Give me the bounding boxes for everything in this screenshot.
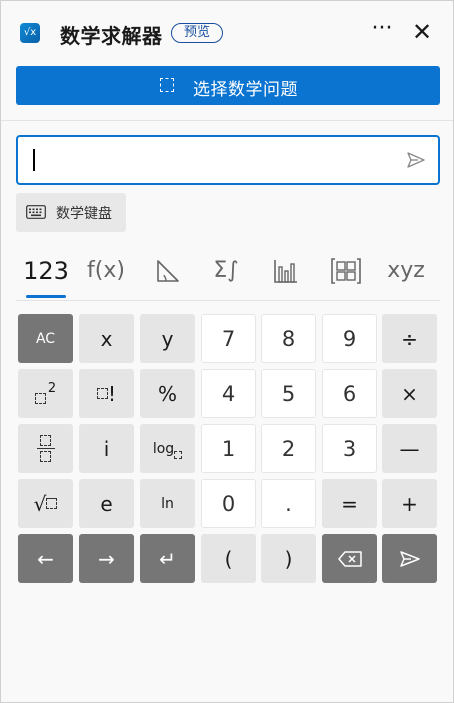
math-keypad: AC x y 7 8 9 ÷ 2 ! % 4 5 6 × i log 1 2 3… [18, 314, 438, 584]
exponent-label: 2 [47, 381, 57, 396]
key-factorial[interactable]: ! [79, 369, 134, 418]
log-base-box [174, 450, 183, 459]
tab-calculus[interactable]: Σ∫ [206, 251, 246, 297]
log-label: log [152, 440, 175, 457]
math-keyboard-button[interactable]: 数学键盘 [16, 193, 126, 232]
bar-chart-icon [273, 260, 297, 283]
preview-badge: 预览 [171, 23, 223, 43]
key-7[interactable]: 7 [201, 314, 256, 363]
key-5[interactable]: 5 [261, 369, 316, 418]
key-1[interactable]: 1 [201, 424, 256, 473]
key-minus[interactable]: — [382, 424, 437, 473]
text-caret [33, 149, 35, 171]
send-icon [399, 550, 420, 567]
tab-numbers-label: 123 [23, 257, 69, 285]
key-6[interactable]: 6 [322, 369, 377, 418]
matrix-icon [331, 258, 361, 284]
key-euler[interactable]: e [79, 479, 134, 528]
denominator-box [40, 451, 51, 462]
placeholder-box [34, 393, 46, 404]
key-divide[interactable]: ÷ [382, 314, 437, 363]
key-y[interactable]: y [140, 314, 195, 363]
factorial-label: ! [107, 381, 117, 406]
key-percent[interactable]: % [140, 369, 195, 418]
math-keyboard-label: 数学键盘 [56, 206, 112, 222]
keyboard-icon [26, 205, 46, 219]
key-log[interactable]: log [140, 424, 195, 473]
window: √x 数学求解器 预览 ··· ✕ 选择数学问题 数学键盘 123 f(x) Σ… [0, 0, 454, 703]
key-3[interactable]: 3 [322, 424, 377, 473]
key-submit[interactable] [382, 534, 437, 583]
app-logo-icon: √x [20, 23, 40, 43]
divider [1, 120, 453, 121]
key-multiply[interactable]: × [382, 369, 437, 418]
key-9[interactable]: 9 [322, 314, 377, 363]
close-button[interactable]: ✕ [407, 17, 437, 47]
fraction-bar [36, 448, 55, 449]
keypad-tabs: 123 f(x) Σ∫ xyz [16, 251, 440, 301]
key-x[interactable]: x [79, 314, 134, 363]
tab-functions-label: f(x) [87, 258, 125, 283]
key-square[interactable]: 2 [18, 369, 73, 418]
selection-frame-icon [160, 78, 174, 92]
key-equals[interactable]: = [322, 479, 377, 528]
key-8[interactable]: 8 [261, 314, 316, 363]
tab-variables[interactable]: xyz [386, 251, 426, 297]
key-cursor-left[interactable]: ← [18, 534, 73, 583]
active-tab-indicator [26, 295, 66, 298]
more-options-button[interactable]: ··· [367, 17, 397, 47]
tab-trigonometry[interactable] [148, 251, 188, 297]
sqrt-label: √ [33, 491, 47, 516]
select-math-problem-button[interactable]: 选择数学问题 [16, 66, 440, 105]
app-title: 数学求解器 [60, 24, 163, 48]
key-4[interactable]: 4 [201, 369, 256, 418]
triangle-icon [157, 260, 179, 282]
backspace-icon [337, 550, 362, 567]
key-all-clear[interactable]: AC [18, 314, 73, 363]
tab-calculus-label: Σ∫ [213, 258, 239, 283]
title-bar: √x 数学求解器 预览 ··· ✕ [1, 1, 453, 63]
math-input-field[interactable] [16, 135, 440, 185]
tabs-divider [16, 300, 440, 301]
send-icon[interactable] [406, 151, 426, 169]
key-cursor-right[interactable]: → [79, 534, 134, 583]
tab-matrix[interactable] [327, 251, 365, 297]
key-fraction[interactable] [18, 424, 73, 473]
key-decimal[interactable]: . [261, 479, 316, 528]
key-square-root[interactable]: √ [18, 479, 73, 528]
placeholder-box [96, 388, 108, 399]
select-math-problem-label: 选择数学问题 [193, 80, 298, 100]
tab-numbers[interactable]: 123 [16, 251, 76, 298]
key-new-line[interactable]: ↵ [140, 534, 195, 583]
key-left-paren[interactable]: ( [201, 534, 256, 583]
key-0[interactable]: 0 [201, 479, 256, 528]
key-backspace[interactable] [322, 534, 377, 583]
key-right-paren[interactable]: ) [261, 534, 316, 583]
tab-statistics[interactable] [268, 251, 303, 297]
key-2[interactable]: 2 [261, 424, 316, 473]
key-imaginary[interactable]: i [79, 424, 134, 473]
numerator-box [40, 435, 51, 446]
key-ln[interactable]: ln [140, 479, 195, 528]
tab-functions[interactable]: f(x) [81, 251, 131, 297]
radicand-box [46, 498, 58, 509]
key-plus[interactable]: + [382, 479, 437, 528]
tab-variables-label: xyz [387, 258, 425, 283]
